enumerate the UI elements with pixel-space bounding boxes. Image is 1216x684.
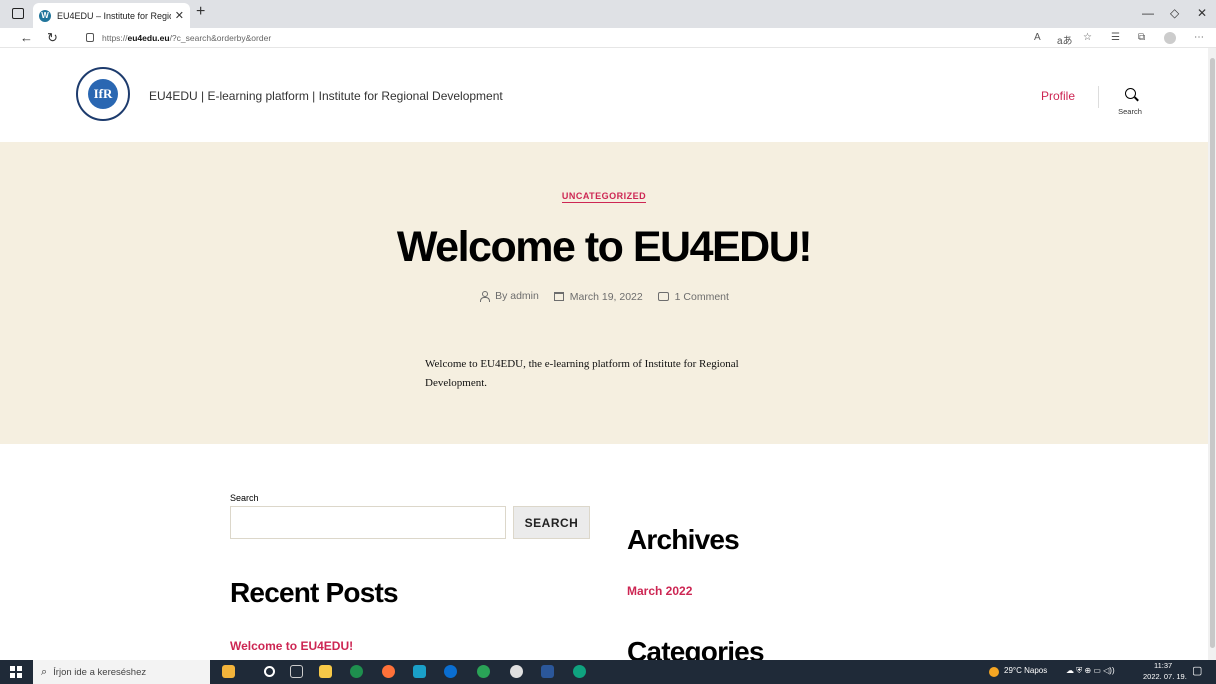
- search-icon: [1124, 88, 1136, 99]
- more-icon[interactable]: ⋯: [1194, 32, 1204, 43]
- wordpress-icon: W: [39, 9, 51, 22]
- app-icon[interactable]: [413, 665, 426, 678]
- search-icon: ⌕: [41, 665, 48, 678]
- firefox-icon[interactable]: [382, 665, 395, 678]
- post-meta: By admin March 19, 2022 1 Comment: [0, 290, 1208, 304]
- calendar-icon: [553, 292, 564, 301]
- new-tab-button[interactable]: +: [196, 3, 205, 21]
- web-page: IfR EU4EDU | E-learning platform | Insti…: [0, 48, 1208, 660]
- post-hero: UNCATEGORIZED Welcome to EU4EDU! By admi…: [0, 142, 1208, 444]
- tab-title: EU4EDU – Institute for Regional: [57, 10, 171, 21]
- search-widget-label: Search: [230, 493, 259, 503]
- restore-icon[interactable]: ◇: [1170, 6, 1179, 20]
- word-icon[interactable]: [541, 665, 554, 678]
- widget-area: Search SEARCH Recent Posts Welcome to EU…: [0, 444, 1208, 660]
- read-aloud-icon[interactable]: A: [1034, 32, 1041, 43]
- edge-icon[interactable]: [573, 665, 586, 678]
- address-bar: ← ↻ https://eu4edu.eu/?c_search&orderby&…: [0, 28, 1216, 48]
- site-logo[interactable]: IfR: [76, 67, 130, 121]
- close-window-icon[interactable]: ✕: [1197, 6, 1207, 20]
- search-toggle-label: Search: [1118, 107, 1142, 116]
- notifications-icon[interactable]: ▢: [1192, 664, 1202, 677]
- post-title: Welcome to EU4EDU!: [396, 223, 813, 271]
- lock-icon[interactable]: [86, 33, 94, 42]
- taskbar-search[interactable]: ⌕ Írjon ide a kereséshez: [33, 660, 210, 684]
- weather-icon: [989, 667, 999, 677]
- profile-link[interactable]: Profile: [1041, 89, 1075, 103]
- weather-text[interactable]: 29°C Napos: [1004, 666, 1047, 675]
- search-toggle-button[interactable]: Search: [1115, 88, 1145, 116]
- favorites-icon[interactable]: ☰: [1111, 32, 1120, 43]
- windows-start-icon[interactable]: [10, 666, 22, 678]
- recent-post-link[interactable]: Welcome to EU4EDU!: [230, 639, 353, 653]
- chrome-profile-icon[interactable]: [477, 665, 490, 678]
- immersive-reader-icon[interactable]: aあ: [1057, 32, 1073, 47]
- search-button[interactable]: SEARCH: [513, 506, 590, 539]
- chrome-icon[interactable]: [350, 665, 363, 678]
- minimize-icon[interactable]: —: [1142, 6, 1154, 20]
- news-icon[interactable]: [222, 665, 235, 678]
- taskbar: ⌕ Írjon ide a kereséshez 29°C Napos ☁ ⛨ …: [0, 660, 1216, 684]
- close-tab-icon[interactable]: ✕: [175, 9, 184, 22]
- chrome-profile-icon-2[interactable]: [510, 665, 523, 678]
- recent-posts-title: Recent Posts: [230, 577, 399, 608]
- post-excerpt: Welcome to EU4EDU, the e-learning platfo…: [425, 358, 739, 389]
- clock-time[interactable]: 11:37: [1154, 661, 1172, 670]
- logo-mark: IfR: [88, 79, 118, 109]
- taskbar-search-placeholder: Írjon ide a kereséshez: [53, 666, 147, 678]
- url-field[interactable]: https://eu4edu.eu/?c_search&orderby&orde…: [102, 33, 271, 43]
- search-input[interactable]: [230, 506, 506, 539]
- collections-icon[interactable]: ⧉: [1138, 32, 1145, 43]
- scrollbar-thumb[interactable]: [1210, 58, 1215, 648]
- refresh-icon[interactable]: ↻: [47, 30, 58, 46]
- comment-icon: [657, 292, 669, 301]
- browser-tab[interactable]: W EU4EDU – Institute for Regional ✕: [33, 3, 190, 28]
- tray-icons[interactable]: ☁ ⛨ ⊕ ▭ ◁)): [1066, 666, 1115, 676]
- archives-title: Archives: [627, 524, 740, 555]
- clock-date[interactable]: 2022. 07. 19.: [1143, 672, 1187, 681]
- app-icon-2[interactable]: [444, 665, 457, 678]
- file-explorer-icon[interactable]: [319, 665, 332, 678]
- categories-title: Categories: [627, 636, 765, 660]
- post-date[interactable]: March 19, 2022: [570, 291, 643, 303]
- favorite-star-icon[interactable]: ☆: [1083, 32, 1092, 43]
- category-link[interactable]: UNCATEGORIZED: [561, 191, 647, 203]
- header-divider: [1098, 86, 1099, 108]
- post-comments[interactable]: 1 Comment: [675, 291, 729, 303]
- archive-link[interactable]: March 2022: [627, 584, 692, 598]
- site-description: EU4EDU | E-learning platform | Institute…: [149, 89, 503, 103]
- post-category: UNCATEGORIZED: [0, 191, 1208, 203]
- back-icon[interactable]: ←: [20, 30, 33, 45]
- browser-profile-icon[interactable]: [1164, 32, 1176, 44]
- browser-tab-bar: W EU4EDU – Institute for Regional ✕ + — …: [0, 0, 1216, 28]
- cortana-icon[interactable]: [264, 666, 275, 677]
- tab-actions-icon[interactable]: [12, 8, 24, 19]
- author-icon: [479, 291, 491, 302]
- post-author[interactable]: By admin: [495, 290, 539, 302]
- task-view-icon[interactable]: [290, 665, 303, 678]
